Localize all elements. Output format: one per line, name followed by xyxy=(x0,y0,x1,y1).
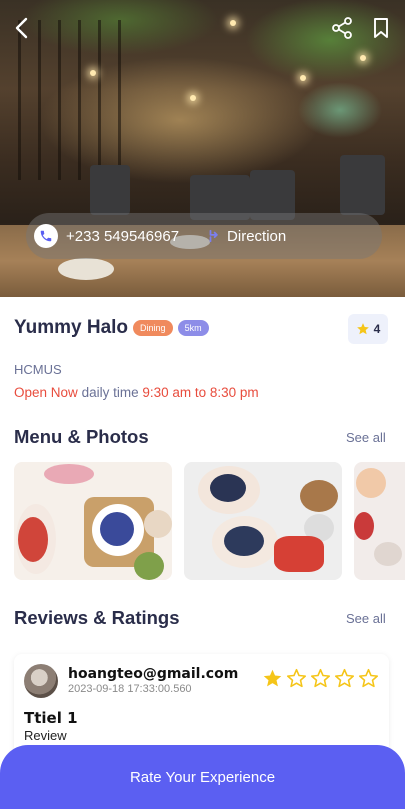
hours-range: 9:30 am to 8:30 pm xyxy=(142,385,259,400)
star-filled-icon xyxy=(263,669,282,687)
review-stars xyxy=(262,668,379,689)
hero-decor xyxy=(340,155,385,215)
review-title: Ttiel 1 xyxy=(24,709,78,727)
category-badge: Dining xyxy=(133,320,173,336)
menu-photo[interactable] xyxy=(14,462,172,580)
star-outline-icon xyxy=(310,668,331,688)
star-outline-icon xyxy=(286,668,307,688)
contact-bar: +233 549546967 Direction xyxy=(26,213,382,259)
review-body: Review xyxy=(24,728,67,743)
star-outline-icon xyxy=(334,668,355,688)
star-outline-icon xyxy=(358,668,379,688)
hero-decor xyxy=(90,70,96,76)
distance-badge: 5km xyxy=(177,320,209,336)
restaurant-name: Yummy Halo xyxy=(14,317,129,338)
bookmark-button[interactable] xyxy=(367,14,395,42)
direction-icon xyxy=(209,229,218,243)
reviews-see-all-link[interactable]: See all xyxy=(346,611,386,626)
menu-photo[interactable] xyxy=(184,462,342,580)
review-timestamp: 2023-09-18 17:33:00.560 xyxy=(68,683,192,695)
call-button[interactable] xyxy=(34,224,58,248)
direction-button[interactable]: Direction xyxy=(207,228,286,245)
menu-photos-title: Menu & Photos xyxy=(14,426,149,447)
hero-decor xyxy=(58,258,114,280)
hero-decor xyxy=(118,20,121,180)
phone-icon xyxy=(40,230,52,242)
hero-decor xyxy=(360,55,366,61)
opening-hours: Open Now daily time 9:30 am to 8:30 pm xyxy=(14,385,259,400)
reviewer-email: hoangteo@gmail.com xyxy=(68,666,239,682)
organization-label: HCMUS xyxy=(14,362,62,377)
bookmark-icon xyxy=(374,18,388,38)
menu-photo[interactable] xyxy=(354,462,405,580)
open-status: Open Now xyxy=(14,385,78,400)
daily-label: daily time xyxy=(81,385,139,400)
hero-decor xyxy=(230,20,236,26)
direction-label: Direction xyxy=(227,227,287,245)
hero-decor xyxy=(38,20,41,180)
hero-decor xyxy=(300,75,306,81)
hero-image: +233 549546967 Direction xyxy=(0,0,405,297)
hero-decor xyxy=(18,20,21,180)
chevron-left-icon xyxy=(15,17,28,39)
reviews-title: Reviews & Ratings xyxy=(14,607,180,628)
share-icon xyxy=(332,17,352,39)
avatar xyxy=(24,664,58,698)
hero-decor xyxy=(190,95,196,101)
rating-value: 4 xyxy=(373,322,381,336)
menu-see-all-link[interactable]: See all xyxy=(346,430,386,445)
hero-decor xyxy=(78,20,81,180)
star-icon xyxy=(356,323,369,335)
phone-number[interactable]: +233 549546967 xyxy=(66,228,179,245)
rate-experience-button[interactable]: Rate Your Experience xyxy=(0,745,405,809)
hero-decor xyxy=(58,20,61,180)
restaurant-header: Yummy Halo Dining 5km xyxy=(14,317,209,339)
rating-badge: 4 xyxy=(348,314,388,344)
hero-decor xyxy=(98,20,101,180)
hero-decor xyxy=(90,165,130,215)
share-button[interactable] xyxy=(328,14,356,42)
back-button[interactable] xyxy=(8,14,36,42)
